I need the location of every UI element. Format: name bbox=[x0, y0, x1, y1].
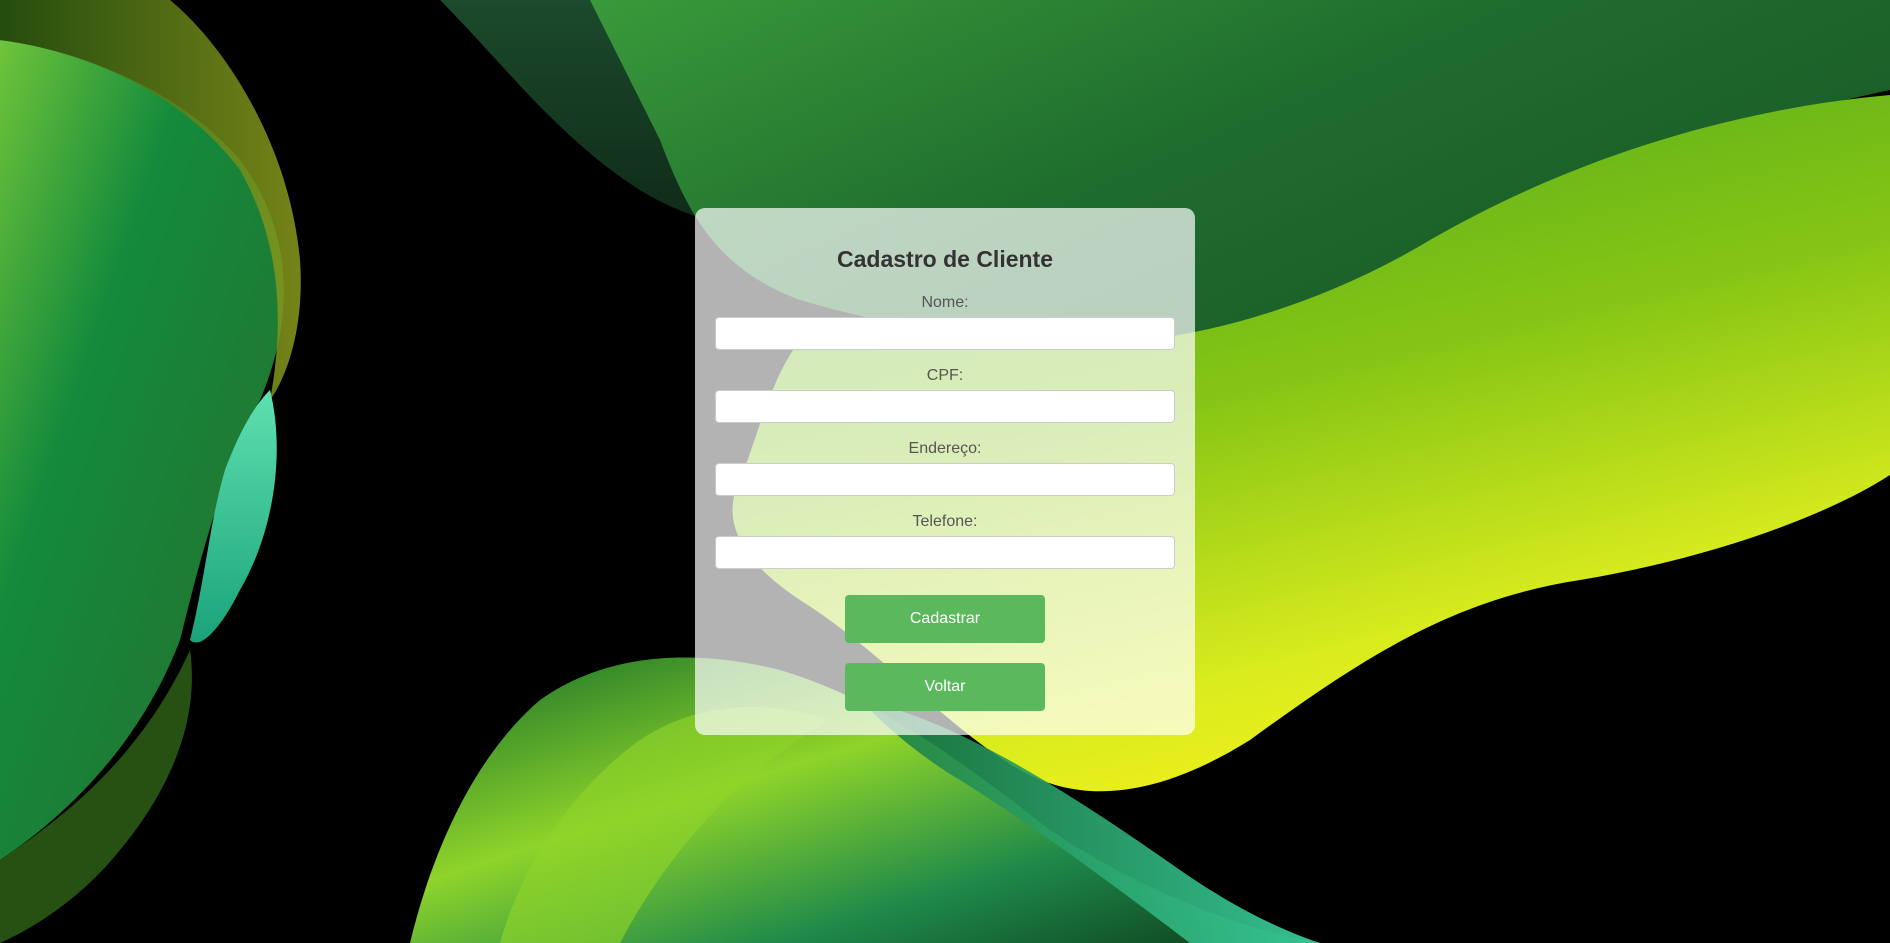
nome-input[interactable] bbox=[715, 317, 1175, 350]
field-cpf: CPF: bbox=[715, 367, 1175, 423]
nome-label: Nome: bbox=[921, 294, 969, 311]
endereco-label: Endereço: bbox=[908, 440, 982, 457]
endereco-input[interactable] bbox=[715, 463, 1175, 496]
field-endereco: Endereço: bbox=[715, 440, 1175, 496]
telefone-label: Telefone: bbox=[912, 513, 978, 530]
telefone-input[interactable] bbox=[715, 536, 1175, 569]
field-telefone: Telefone: bbox=[715, 513, 1175, 569]
cpf-input[interactable] bbox=[715, 390, 1175, 423]
page-background: Cadastro de Cliente Nome: CPF: Endereço:… bbox=[0, 0, 1890, 943]
registration-form-card: Cadastro de Cliente Nome: CPF: Endereço:… bbox=[695, 208, 1195, 735]
voltar-button[interactable]: Voltar bbox=[845, 663, 1045, 711]
cadastrar-button[interactable]: Cadastrar bbox=[845, 595, 1045, 643]
field-nome: Nome: bbox=[715, 294, 1175, 350]
form-title: Cadastro de Cliente bbox=[837, 246, 1053, 272]
cpf-label: CPF: bbox=[926, 367, 964, 384]
